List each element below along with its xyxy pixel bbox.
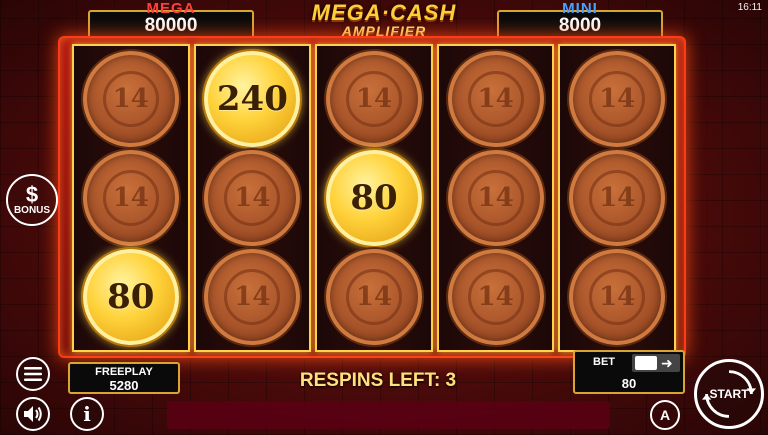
- reel-column: 240 14 14: [193, 44, 312, 352]
- coin-emblem: 14: [589, 268, 646, 325]
- reel-column: 14 14 80: [72, 44, 190, 352]
- menu-button[interactable]: [16, 357, 50, 391]
- bet-panel[interactable]: BET ➜ 80: [573, 350, 685, 394]
- toggle-knob: [635, 356, 657, 370]
- freeplay-balance: FREEPLAY 5280: [68, 362, 180, 394]
- freeplay-value: 5280: [109, 378, 139, 393]
- blank-coin-symbol: 14: [82, 149, 179, 246]
- blank-coin-symbol: 14: [569, 248, 666, 345]
- coin-emblem: 14: [224, 268, 281, 325]
- reel-column: 14 80 14: [315, 44, 433, 352]
- start-button[interactable]: START: [694, 359, 764, 429]
- freeplay-label: FREEPLAY: [95, 366, 153, 378]
- hamburger-menu-icon: [24, 367, 42, 381]
- bet-value: 80: [621, 376, 637, 391]
- coin-value: 240: [216, 79, 288, 120]
- sound-button[interactable]: [16, 397, 50, 431]
- coin-emblem: 14: [345, 268, 402, 325]
- coin-emblem: 14: [102, 71, 159, 128]
- autoplay-button[interactable]: A: [650, 400, 680, 430]
- mega-jackpot-label: MEGA: [146, 0, 196, 17]
- message-bar: [167, 401, 610, 429]
- gold-cash-coin: 80: [82, 248, 179, 345]
- coin-emblem: 14: [589, 71, 646, 128]
- info-button[interactable]: i: [70, 397, 104, 431]
- coin-emblem: 14: [102, 169, 159, 226]
- respins-counter: RESPINS LEFT: 3: [299, 370, 457, 391]
- coin-value: 80: [350, 177, 398, 218]
- coin-emblem: 14: [467, 268, 524, 325]
- reel-column: 14 14 14: [558, 44, 676, 352]
- blank-coin-symbol: 14: [204, 248, 301, 345]
- bonus-button-label: BONUS: [13, 204, 51, 216]
- speaker-icon: [24, 406, 42, 422]
- blank-coin-symbol: 14: [447, 248, 544, 345]
- coin-value: 80: [107, 276, 155, 317]
- blank-coin-symbol: 14: [447, 51, 544, 148]
- blank-coin-symbol: 14: [569, 149, 666, 246]
- blank-coin-symbol: 14: [204, 149, 301, 246]
- blank-coin-symbol: 14: [82, 51, 179, 148]
- blank-coin-symbol: 14: [569, 51, 666, 148]
- arrow-right-icon: ➜: [661, 355, 673, 371]
- bet-toggle[interactable]: ➜: [632, 354, 680, 372]
- blank-coin-symbol: 14: [447, 149, 544, 246]
- mini-jackpot-label: MINI: [562, 0, 598, 17]
- blank-coin-symbol: 14: [325, 248, 422, 345]
- coin-emblem: 14: [467, 169, 524, 226]
- bonus-button[interactable]: $ BONUS: [6, 174, 58, 226]
- info-icon: i: [83, 402, 91, 426]
- autoplay-icon: A: [659, 407, 671, 423]
- coin-emblem: 14: [345, 71, 402, 128]
- status-clock: 16:11: [737, 2, 762, 13]
- blank-coin-symbol: 14: [325, 51, 422, 148]
- reel-column: 14 14 14: [436, 44, 555, 352]
- bet-label: BET: [593, 356, 615, 368]
- coin-emblem: 14: [467, 71, 524, 128]
- coin-emblem: 14: [224, 169, 281, 226]
- reel-grid: 14 14 80 240 14 14 14 80 14 14 14 14 14 14 14: [72, 44, 676, 352]
- gold-cash-coin: 80: [325, 149, 422, 246]
- logo-line-1: MEGA·CASH: [311, 0, 457, 25]
- start-button-label: START: [709, 387, 749, 401]
- coin-emblem: 14: [589, 169, 646, 226]
- gold-cash-coin: 240: [204, 51, 301, 148]
- dollar-icon: $: [25, 181, 39, 207]
